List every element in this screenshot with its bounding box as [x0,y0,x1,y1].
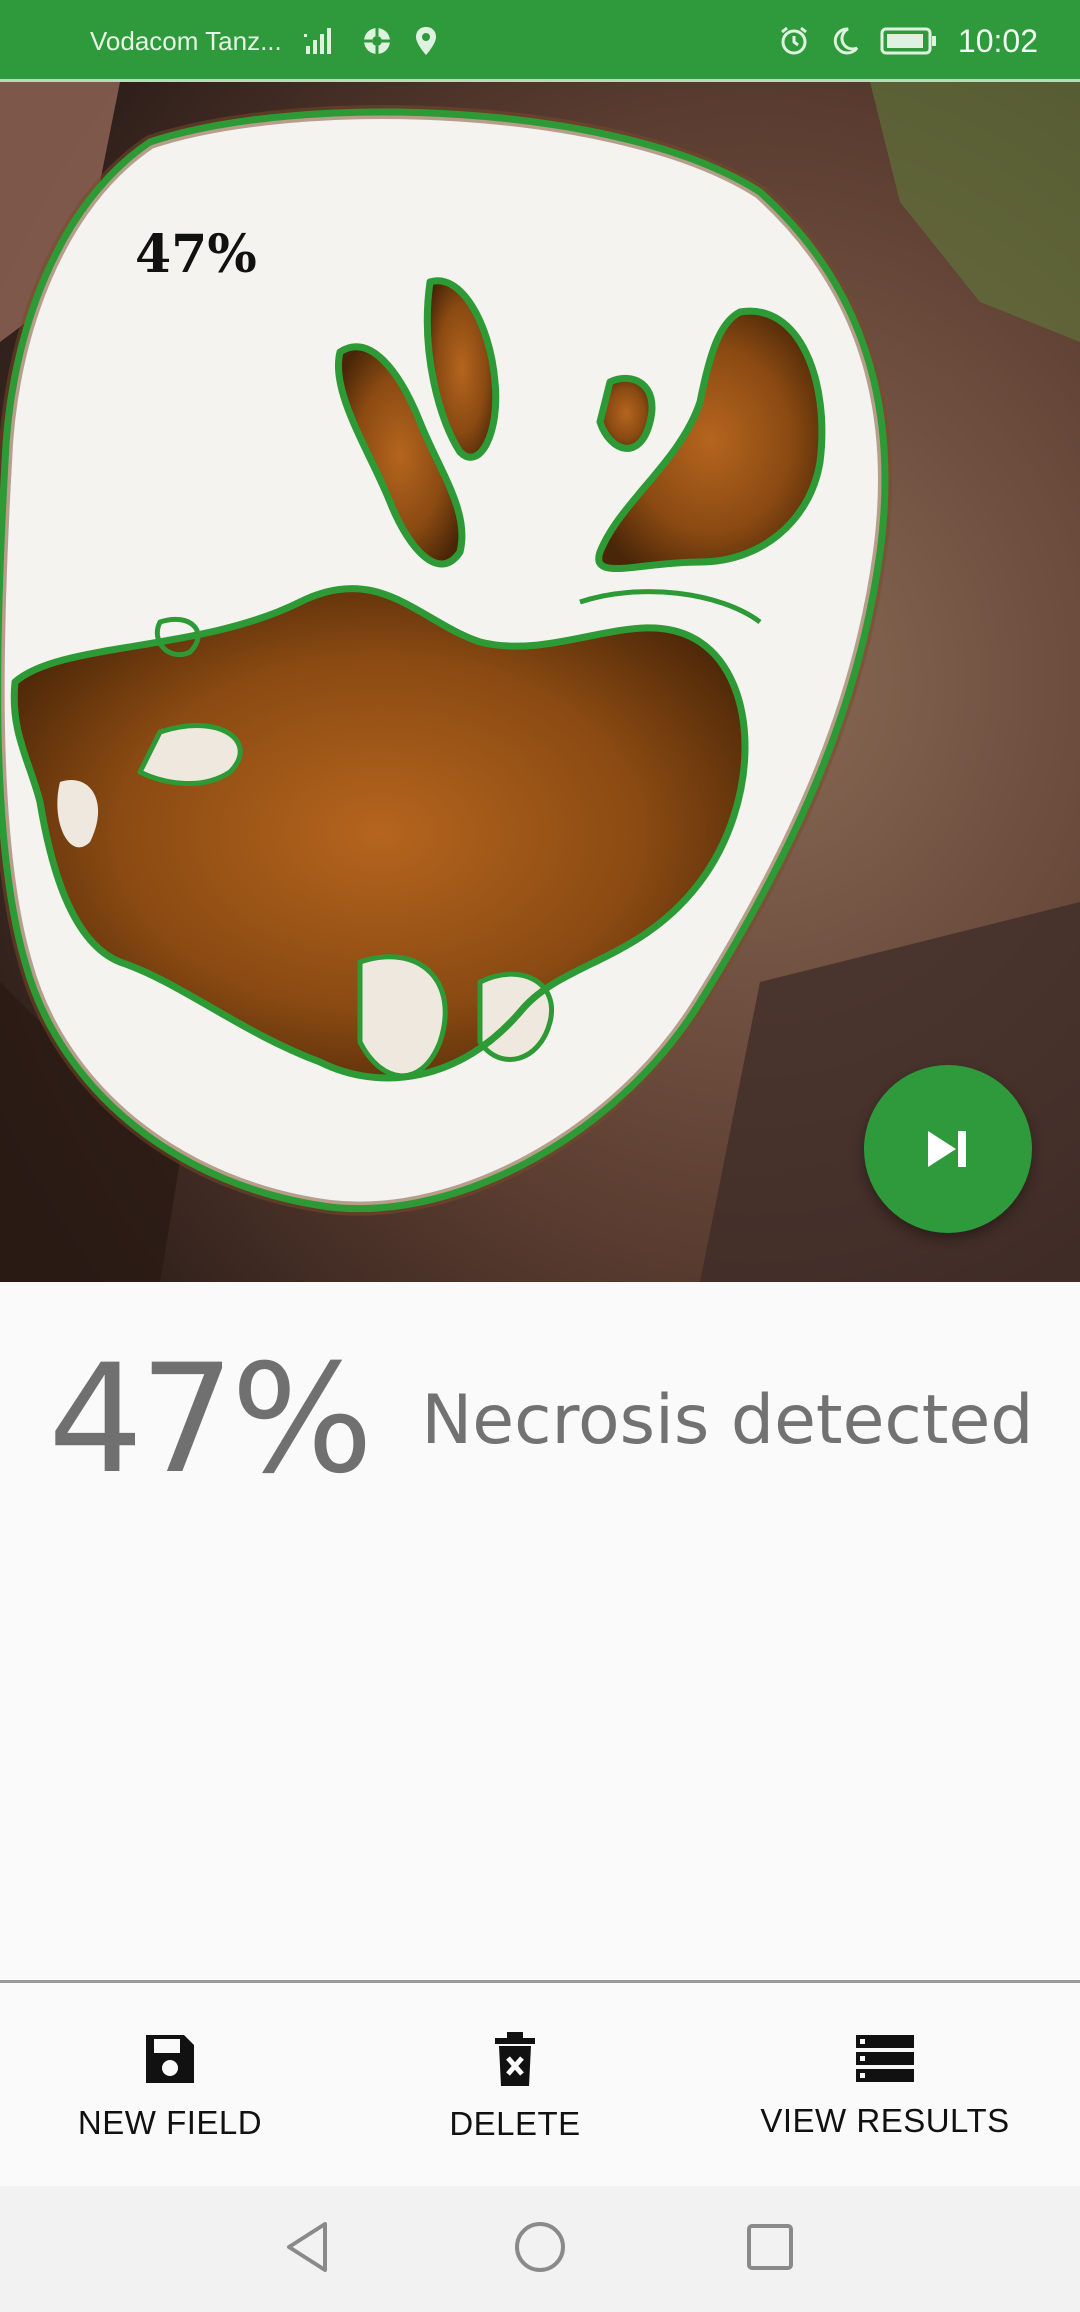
home-icon [513,2220,567,2279]
delete-button[interactable]: DELETE [405,1983,625,2189]
battery-icon [880,26,938,56]
bottom-nav: NEW FIELD DELETE VIEW RESULTS [0,1980,1080,2186]
cassava-photo: 47% [0,82,1080,1282]
status-bar: Vodacom Tanz... 10:02 [0,0,1080,82]
overlay-percentage: 47% [135,224,257,285]
recents-icon [745,2222,795,2277]
status-right: 10:02 [778,0,1038,82]
save-icon [142,2031,198,2092]
view-results-button[interactable]: VIEW RESULTS [750,1983,1020,2189]
moon-icon [830,26,860,56]
new-field-button[interactable]: NEW FIELD [60,1983,280,2189]
new-field-label: NEW FIELD [77,2103,263,2141]
necrosis-label: Necrosis detected [421,1380,1034,1460]
system-nav [0,2186,1080,2312]
back-icon [283,2220,333,2279]
result-row: 47% Necrosis detected [48,1333,1034,1507]
status-left: Vodacom Tanz... [90,0,438,82]
view-results-label: VIEW RESULTS [760,2101,1010,2139]
home-button[interactable] [490,2186,590,2312]
list-icon [854,2033,916,2090]
necrosis-percentage: 47% [48,1333,373,1507]
signal-icon [303,26,340,56]
recents-button[interactable] [720,2186,820,2312]
skip-next-icon [924,1127,972,1171]
clock: 10:02 [957,22,1038,59]
skip-next-button[interactable] [864,1065,1032,1233]
delete-label: DELETE [449,2104,581,2142]
data-icon [362,26,392,56]
back-button[interactable] [258,2186,358,2312]
location-icon [414,26,438,56]
alarm-icon [778,25,810,57]
delete-icon [491,2030,539,2093]
carrier-name: Vodacom Tanz... [90,25,282,56]
